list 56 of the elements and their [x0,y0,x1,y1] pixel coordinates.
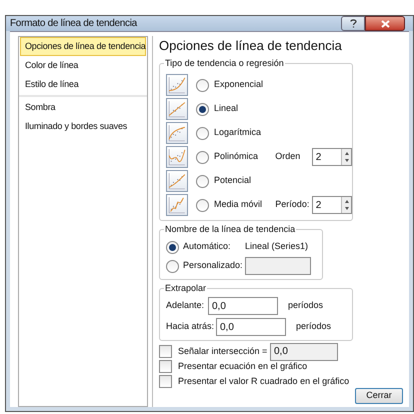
trendline-chart-icon [166,74,188,96]
input-field[interactable]: 0,0 [208,297,278,315]
radio-button[interactable] [166,240,179,254]
radio-label[interactable]: Personalizado: [183,259,245,273]
input-field[interactable]: 0,0 [216,318,286,336]
spinner-field[interactable]: 2 [312,148,352,166]
category-item[interactable]: Sombra [20,98,146,117]
radio-label[interactable]: Potencial [214,174,278,188]
unit-label: períodos [288,299,324,312]
trendline-chart-icon [166,146,188,168]
field-label: Adelante: [166,299,206,312]
trendline-chart-icon [166,122,188,144]
automatic-name-text: Lineal (Series1) [245,240,308,254]
category-item[interactable]: Color de línea [20,56,146,75]
input-field[interactable]: 0,0 [270,342,338,360]
radio-label[interactable]: Polinómica [214,150,276,164]
checkbox[interactable] [159,375,172,388]
radio-button[interactable] [196,174,209,188]
category-item[interactable]: Opciones de línea de tendencia [20,37,146,56]
checkbox[interactable] [159,360,172,373]
unit-label: períodos [296,320,332,334]
radio-button[interactable] [166,260,179,272]
radio-button[interactable] [196,150,209,164]
trendline-chart-icon [166,170,188,192]
trendline-chart-icon [166,194,188,216]
parameter-label: Orden [275,150,302,164]
category-item[interactable]: Iluminado y bordes suaves [20,117,146,136]
checkbox[interactable] [159,345,172,358]
radio-button[interactable] [196,126,209,140]
category-item[interactable]: Estilo de línea [20,75,146,94]
group-legend: Tipo de tendencia o regresión [164,57,285,69]
trendline-chart-icon [166,98,188,120]
checkbox-label[interactable]: Presentar ecuación en el gráfico [178,360,308,374]
field-label: Hacia atrás: [166,320,216,334]
help-icon [350,19,356,28]
radio-button[interactable] [196,198,209,212]
help-button[interactable] [341,16,365,31]
checkbox-label[interactable]: Presentar el valor R cuadrado en el gráfico [178,374,350,388]
group-legend: Extrapolar [164,282,208,294]
radio-label[interactable]: Lineal [214,102,278,116]
close-button[interactable] [365,16,405,31]
input-field[interactable] [245,257,311,275]
section-heading: Opciones de línea de tendencia [159,37,343,55]
group-legend: Nombre de la línea de tendencia [164,223,296,235]
window-title: Formato de línea de tendencia [10,17,137,31]
radio-button[interactable] [196,78,209,92]
radio-label[interactable]: Logarítmica [214,126,278,140]
parameter-label: Período: [275,198,310,212]
radio-label[interactable]: Media móvil [214,198,276,212]
radio-label[interactable]: Automático: [183,240,245,254]
close-dialog-button[interactable]: Cerrar [355,388,403,404]
radio-label[interactable]: Exponencial [214,78,278,92]
checkbox-label[interactable]: Señalar intersección = [178,344,270,358]
radio-button[interactable] [196,102,209,116]
close-icon [380,20,390,28]
spinner-field[interactable]: 2 [312,196,352,214]
